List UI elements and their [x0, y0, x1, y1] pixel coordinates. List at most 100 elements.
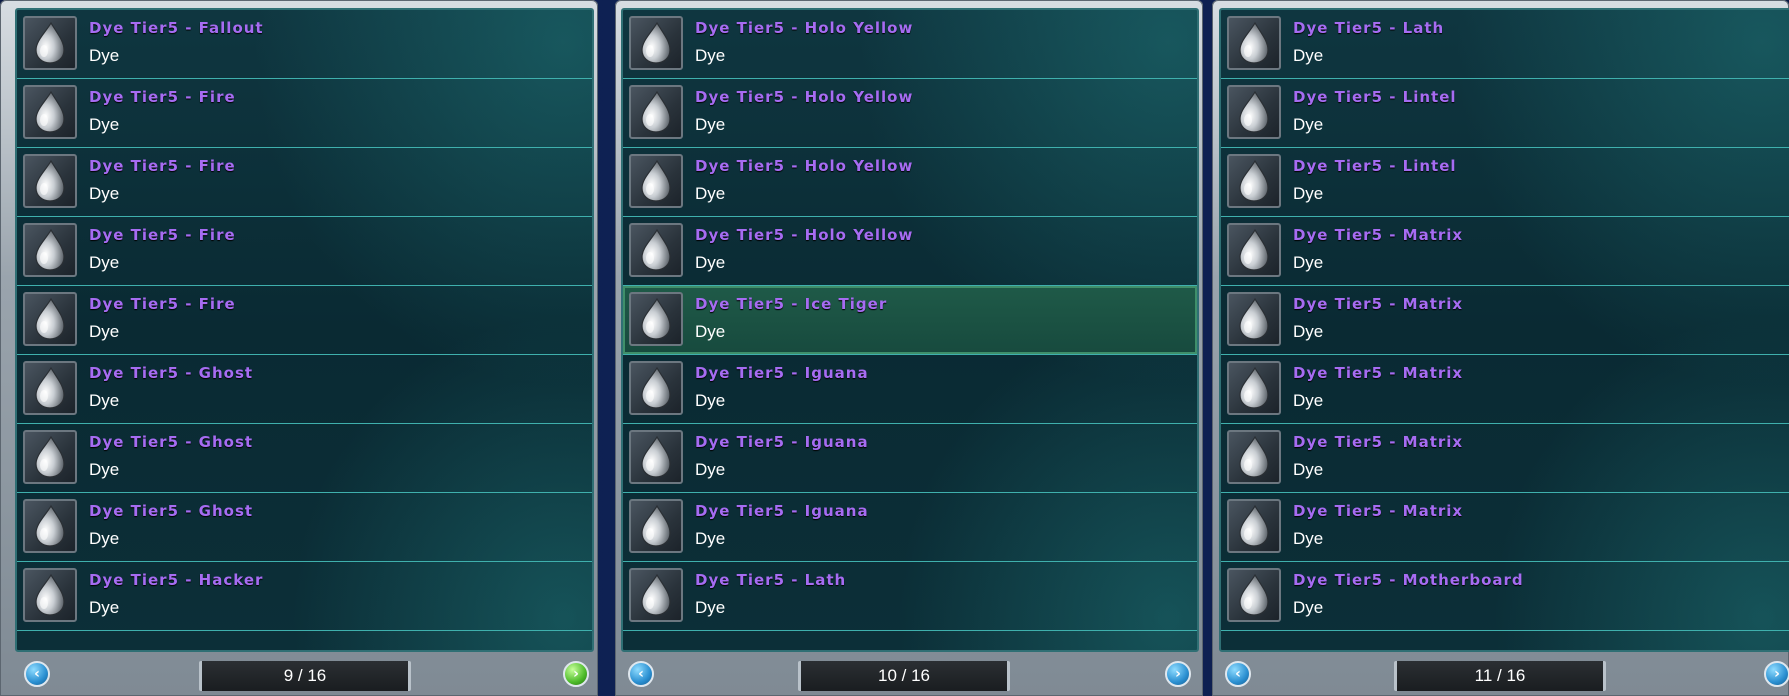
list-item[interactable]: Dye Tier5 - Iguana Dye — [623, 424, 1197, 493]
dye-drop-icon — [1227, 568, 1281, 622]
item-type: Dye — [89, 115, 120, 134]
list-item[interactable]: Dye Tier5 - Matrix Dye — [1221, 355, 1789, 424]
pager-footer: ‹ 11 / 16 › — [1212, 652, 1789, 696]
dye-drop-icon — [23, 568, 77, 622]
list-item[interactable]: Dye Tier5 - Ghost Dye — [17, 424, 592, 493]
list-item[interactable]: Dye Tier5 - Ice Tiger Dye — [623, 286, 1197, 355]
page-indicator: 11 / 16 — [1394, 661, 1606, 691]
item-name: Dye Tier5 - Matrix — [1293, 295, 1464, 313]
item-type: Dye — [89, 184, 120, 203]
dye-drop-icon — [23, 16, 77, 70]
dye-drop-icon — [23, 223, 77, 277]
dye-drop-icon — [23, 154, 77, 208]
list-item[interactable]: Dye Tier5 - Lintel Dye — [1221, 79, 1789, 148]
pager-footer: ‹ 10 / 16 › — [615, 652, 1203, 696]
item-name: Dye Tier5 - Iguana — [695, 502, 869, 520]
item-type: Dye — [89, 46, 120, 65]
list-item[interactable]: Dye Tier5 - Matrix Dye — [1221, 424, 1789, 493]
item-type: Dye — [89, 322, 120, 341]
dye-drop-icon — [629, 223, 683, 277]
item-type: Dye — [1293, 460, 1324, 479]
list-item[interactable]: Dye Tier5 - Holo Yellow Dye — [623, 79, 1197, 148]
item-type: Dye — [1293, 253, 1324, 272]
item-name: Dye Tier5 - Lintel — [1293, 157, 1457, 175]
dye-drop-icon — [629, 361, 683, 415]
prev-page-button[interactable]: ‹ — [628, 661, 654, 687]
item-type: Dye — [89, 529, 120, 548]
item-type: Dye — [1293, 322, 1324, 341]
list-item[interactable]: Dye Tier5 - Fire Dye — [17, 148, 592, 217]
item-type: Dye — [695, 460, 726, 479]
list-item[interactable]: Dye Tier5 - Lath Dye — [623, 562, 1197, 631]
item-name: Dye Tier5 - Holo Yellow — [695, 19, 914, 37]
prev-page-button[interactable]: ‹ — [24, 661, 50, 687]
dye-drop-icon — [629, 430, 683, 484]
dye-drop-icon — [1227, 16, 1281, 70]
dye-drop-icon — [23, 292, 77, 346]
item-type: Dye — [89, 253, 120, 272]
inventory-panel-2: Dye Tier5 - Holo Yellow Dye Dye Tier5 - Ho… — [615, 0, 1203, 696]
item-name: Dye Tier5 - Hacker — [89, 571, 264, 589]
list-item[interactable]: Dye Tier5 - Holo Yellow Dye — [623, 10, 1197, 79]
next-page-button[interactable]: › — [563, 661, 589, 687]
item-name: Dye Tier5 - Holo Yellow — [695, 157, 914, 175]
dye-drop-icon — [1227, 292, 1281, 346]
item-name: Dye Tier5 - Ice Tiger — [695, 295, 888, 313]
next-page-button[interactable]: › — [1764, 661, 1789, 687]
dye-drop-icon — [629, 568, 683, 622]
list-item[interactable]: Dye Tier5 - Matrix Dye — [1221, 493, 1789, 562]
inventory-panel-1: Dye Tier5 - Fallout Dye Dye Tier5 - Fire Dy… — [0, 0, 598, 696]
item-type: Dye — [1293, 46, 1324, 65]
list-item[interactable]: Dye Tier5 - Fire Dye — [17, 286, 592, 355]
list-item[interactable]: Dye Tier5 - Fire Dye — [17, 217, 592, 286]
list-item[interactable]: Dye Tier5 - Holo Yellow Dye — [623, 148, 1197, 217]
item-name: Dye Tier5 - Ghost — [89, 502, 254, 520]
prev-page-button[interactable]: ‹ — [1225, 661, 1251, 687]
item-type: Dye — [1293, 115, 1324, 134]
item-name: Dye Tier5 - Fire — [89, 226, 236, 244]
inventory-panel-3: Dye Tier5 - Lath Dye Dye Tier5 - Lintel Dye… — [1212, 0, 1789, 696]
item-type: Dye — [1293, 391, 1324, 410]
list-item[interactable]: Dye Tier5 - Fallout Dye — [17, 10, 592, 79]
item-name: Dye Tier5 - Lath — [1293, 19, 1445, 37]
list-item[interactable]: Dye Tier5 - Lintel Dye — [1221, 148, 1789, 217]
list-item[interactable]: Dye Tier5 - Holo Yellow Dye — [623, 217, 1197, 286]
item-type: Dye — [1293, 529, 1324, 548]
item-name: Dye Tier5 - Motherboard — [1293, 571, 1524, 589]
item-list: Dye Tier5 - Fallout Dye Dye Tier5 - Fire Dy… — [15, 8, 594, 652]
dye-drop-icon — [629, 499, 683, 553]
item-list: Dye Tier5 - Holo Yellow Dye Dye Tier5 - Ho… — [621, 8, 1199, 652]
item-type: Dye — [89, 598, 120, 617]
list-item[interactable]: Dye Tier5 - Iguana Dye — [623, 355, 1197, 424]
item-name: Dye Tier5 - Ghost — [89, 433, 254, 451]
dye-drop-icon — [629, 85, 683, 139]
item-name: Dye Tier5 - Lintel — [1293, 88, 1457, 106]
list-item[interactable]: Dye Tier5 - Iguana Dye — [623, 493, 1197, 562]
item-type: Dye — [695, 529, 726, 548]
dye-drop-icon — [629, 16, 683, 70]
item-type: Dye — [695, 184, 726, 203]
item-type: Dye — [89, 460, 120, 479]
item-type: Dye — [695, 115, 726, 134]
list-item[interactable]: Dye Tier5 - Matrix Dye — [1221, 286, 1789, 355]
item-type: Dye — [89, 391, 120, 410]
item-type: Dye — [1293, 598, 1324, 617]
page-indicator: 9 / 16 — [199, 661, 411, 691]
list-item[interactable]: Dye Tier5 - Ghost Dye — [17, 493, 592, 562]
list-item[interactable]: Dye Tier5 - Hacker Dye — [17, 562, 592, 631]
list-item[interactable]: Dye Tier5 - Fire Dye — [17, 79, 592, 148]
item-type: Dye — [695, 391, 726, 410]
item-name: Dye Tier5 - Ghost — [89, 364, 254, 382]
item-name: Dye Tier5 - Holo Yellow — [695, 88, 914, 106]
dye-drop-icon — [1227, 361, 1281, 415]
item-name: Dye Tier5 - Fire — [89, 295, 236, 313]
item-type: Dye — [695, 322, 726, 341]
dye-drop-icon — [1227, 85, 1281, 139]
list-item[interactable]: Dye Tier5 - Lath Dye — [1221, 10, 1789, 79]
list-item[interactable]: Dye Tier5 - Matrix Dye — [1221, 217, 1789, 286]
list-item[interactable]: Dye Tier5 - Ghost Dye — [17, 355, 592, 424]
next-page-button[interactable]: › — [1165, 661, 1191, 687]
item-name: Dye Tier5 - Fire — [89, 157, 236, 175]
item-name: Dye Tier5 - Iguana — [695, 433, 869, 451]
list-item[interactable]: Dye Tier5 - Motherboard Dye — [1221, 562, 1789, 631]
